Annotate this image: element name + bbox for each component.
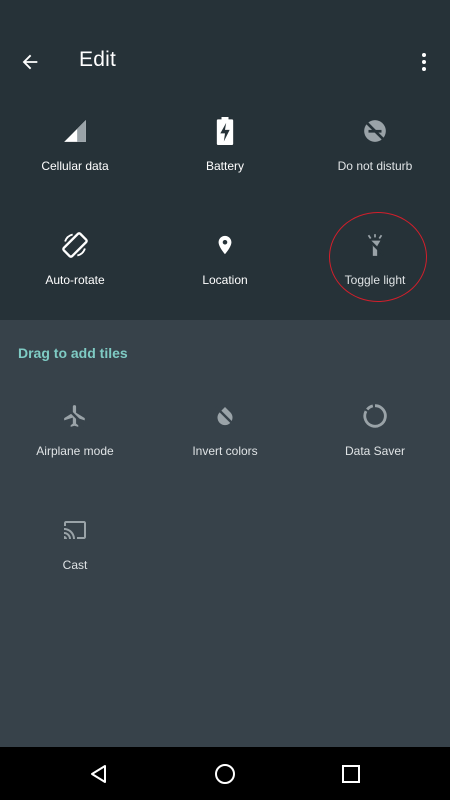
nav-back-icon — [91, 765, 106, 783]
nav-back-button[interactable] — [74, 755, 124, 793]
quick-settings-header: Edit Cellular data Battery Do not distur… — [0, 0, 450, 320]
page-title: Edit — [79, 48, 116, 71]
tile-label: Battery — [205, 159, 244, 173]
flashlight-off-icon — [365, 234, 385, 256]
nav-home-icon — [215, 764, 235, 784]
invert-colors-off-icon — [215, 406, 235, 426]
tile-label: Toggle light — [344, 273, 406, 287]
nav-home-button[interactable] — [200, 755, 250, 793]
battery-charging-icon — [216, 117, 234, 145]
tile-invert-colors[interactable]: Invert colors — [150, 390, 300, 500]
tile-data-saver[interactable]: Data Saver — [300, 390, 450, 500]
tile-cellular-data[interactable]: Cellular data — [0, 105, 150, 215]
toolbar: Edit — [0, 24, 450, 100]
available-tiles-section: Drag to add tiles Airplane mode Invert c… — [0, 320, 450, 747]
cellular-signal-icon — [64, 120, 86, 142]
tile-auto-rotate[interactable]: Auto-rotate — [0, 219, 150, 329]
tile-airplane-mode[interactable]: Airplane mode — [0, 390, 150, 500]
nav-recents-icon — [342, 765, 360, 783]
airplane-off-icon — [64, 405, 86, 427]
nav-recents-button[interactable] — [326, 755, 376, 793]
location-pin-icon — [218, 235, 232, 255]
do-not-disturb-off-icon — [364, 120, 386, 142]
tile-location[interactable]: Location — [150, 219, 300, 329]
more-options-button[interactable] — [406, 42, 442, 82]
tile-battery[interactable]: Battery — [150, 105, 300, 215]
tile-label: Cast — [62, 558, 88, 572]
tile-label: Airplane mode — [36, 444, 114, 458]
navigation-bar — [0, 747, 450, 800]
tile-toggle-light[interactable]: Toggle light — [300, 219, 450, 329]
tile-label: Location — [202, 273, 248, 287]
tile-label: Cellular data — [41, 159, 109, 173]
screen-rotation-icon — [62, 232, 88, 258]
tile-label: Invert colors — [192, 444, 258, 458]
arrow-back-icon — [22, 54, 38, 70]
tile-do-not-disturb[interactable]: Do not disturb — [300, 105, 450, 215]
tile-label: Data Saver — [344, 444, 406, 458]
more-vert-icon — [422, 53, 426, 71]
data-saver-icon — [363, 404, 387, 428]
back-button[interactable] — [10, 42, 50, 82]
cast-icon — [64, 521, 86, 539]
tile-cast[interactable]: Cast — [0, 504, 150, 614]
tile-label: Auto-rotate — [45, 273, 105, 287]
tile-label: Do not disturb — [337, 159, 413, 173]
section-title: Drag to add tiles — [18, 345, 128, 361]
